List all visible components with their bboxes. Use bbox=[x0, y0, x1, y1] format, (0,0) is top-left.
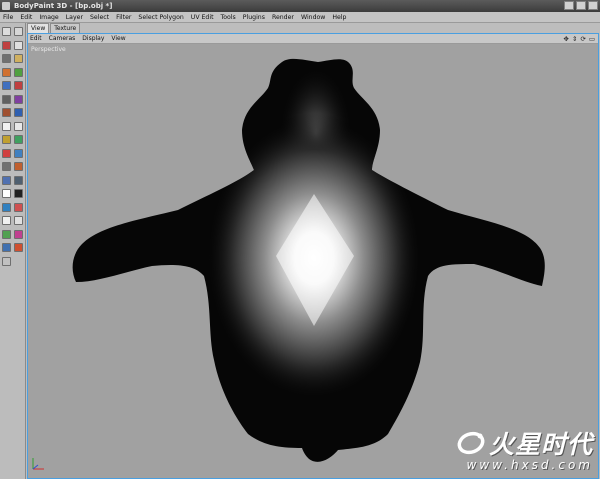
title-bar: BodyPaint 3D - [bp.obj *] bbox=[0, 0, 600, 12]
sponge-icon[interactable] bbox=[14, 162, 23, 171]
redo-icon[interactable] bbox=[14, 27, 23, 36]
menu-render[interactable]: Render bbox=[272, 14, 294, 21]
maximize-button[interactable] bbox=[576, 1, 586, 10]
checker-icon-2[interactable] bbox=[14, 216, 23, 225]
camera-icon[interactable] bbox=[2, 54, 11, 63]
menu-image[interactable]: Image bbox=[39, 14, 58, 21]
tool-palette bbox=[0, 23, 26, 479]
viewport-menu-display[interactable]: Display bbox=[82, 35, 104, 42]
viewport-frame: Edit Cameras Display View ✥ ⇕ ⟳ ▭ Perspecti… bbox=[27, 33, 599, 479]
axis-gizmo bbox=[32, 458, 44, 470]
zoom-view-icon[interactable]: ⇕ bbox=[572, 35, 577, 43]
select-rect-icon[interactable] bbox=[14, 81, 23, 90]
render-icon[interactable] bbox=[2, 256, 11, 266]
stamp-icon[interactable] bbox=[2, 108, 11, 117]
move-view-icon[interactable]: ✥ bbox=[563, 35, 568, 43]
menu-help[interactable]: Help bbox=[332, 14, 346, 21]
blur-icon[interactable] bbox=[2, 175, 11, 185]
target-icon[interactable] bbox=[14, 243, 23, 252]
brush-icon[interactable] bbox=[14, 67, 23, 77]
perspective-viewport[interactable]: Perspective 火星时代 www.hxsd.com bbox=[28, 44, 598, 478]
menu-bar: File Edit Image Layer Select Filter Select Pol… bbox=[0, 12, 600, 23]
layer-icon[interactable] bbox=[14, 202, 23, 212]
menu-file[interactable]: File bbox=[3, 14, 13, 21]
magnet-icon[interactable] bbox=[2, 40, 11, 50]
viewport-menu-view[interactable]: View bbox=[111, 35, 125, 42]
viewport-menu-edit[interactable]: Edit bbox=[30, 35, 42, 42]
watermark: 火星时代 www.hxsd.com bbox=[456, 425, 593, 472]
toggle-view-icon[interactable]: ▭ bbox=[589, 35, 595, 43]
magic-wand-icon[interactable] bbox=[14, 94, 23, 104]
menu-tools[interactable]: Tools bbox=[221, 14, 236, 21]
window-controls bbox=[564, 1, 598, 10]
sharpen-icon[interactable] bbox=[14, 175, 23, 185]
pen-icon[interactable] bbox=[14, 54, 23, 63]
close-button[interactable] bbox=[588, 1, 598, 10]
burn-icon[interactable] bbox=[2, 162, 11, 171]
window-title: BodyPaint 3D - [bp.obj *] bbox=[14, 2, 113, 10]
checker-icon[interactable] bbox=[2, 121, 11, 131]
hxsd-logo-icon bbox=[457, 431, 485, 455]
checker-small-icon[interactable] bbox=[2, 216, 11, 225]
dodge-icon[interactable] bbox=[14, 148, 23, 158]
sphere-icon[interactable] bbox=[2, 67, 11, 77]
select-live-icon[interactable] bbox=[2, 81, 11, 90]
projection-icon[interactable] bbox=[2, 202, 11, 212]
fill-icon[interactable] bbox=[2, 135, 11, 144]
app-icon bbox=[2, 2, 10, 10]
menu-filter[interactable]: Filter bbox=[116, 14, 131, 21]
color-swatch-icon[interactable] bbox=[2, 189, 11, 198]
uv-icon[interactable] bbox=[2, 229, 11, 239]
menu-window[interactable]: Window bbox=[301, 14, 325, 21]
smear-icon[interactable] bbox=[14, 108, 23, 117]
menu-uv-edit[interactable]: UV Edit bbox=[191, 14, 214, 21]
viewport-nav-icons: ✥ ⇕ ⟳ ▭ bbox=[563, 35, 595, 43]
watermark-url: www.hxsd.com bbox=[466, 458, 593, 472]
eyedropper-icon[interactable] bbox=[2, 148, 11, 158]
watermark-text: 火星时代 bbox=[488, 430, 593, 459]
material-icon[interactable] bbox=[14, 229, 23, 239]
menu-layer[interactable]: Layer bbox=[66, 14, 83, 21]
undo-icon[interactable] bbox=[2, 27, 11, 36]
rotate-view-icon[interactable]: ⟳ bbox=[580, 35, 585, 43]
arrow-icon[interactable] bbox=[14, 40, 23, 50]
bear-model bbox=[72, 58, 545, 462]
viewport-menu-cameras[interactable]: Cameras bbox=[49, 35, 76, 42]
menu-plugins[interactable]: Plugins bbox=[243, 14, 265, 21]
lasso-icon[interactable] bbox=[2, 94, 11, 104]
menu-select[interactable]: Select bbox=[90, 14, 109, 21]
settings-icon[interactable] bbox=[2, 243, 11, 252]
viewport-menu-bar: Edit Cameras Display View ✥ ⇕ ⟳ ▭ bbox=[28, 34, 598, 44]
gradient-icon[interactable] bbox=[14, 135, 23, 144]
minimize-button[interactable] bbox=[564, 1, 574, 10]
color-swatch-bg-icon[interactable] bbox=[14, 189, 23, 198]
menu-edit[interactable]: Edit bbox=[20, 14, 32, 21]
eraser-icon[interactable] bbox=[14, 121, 23, 131]
menu-select-polygon[interactable]: Select Polygon bbox=[138, 14, 183, 21]
